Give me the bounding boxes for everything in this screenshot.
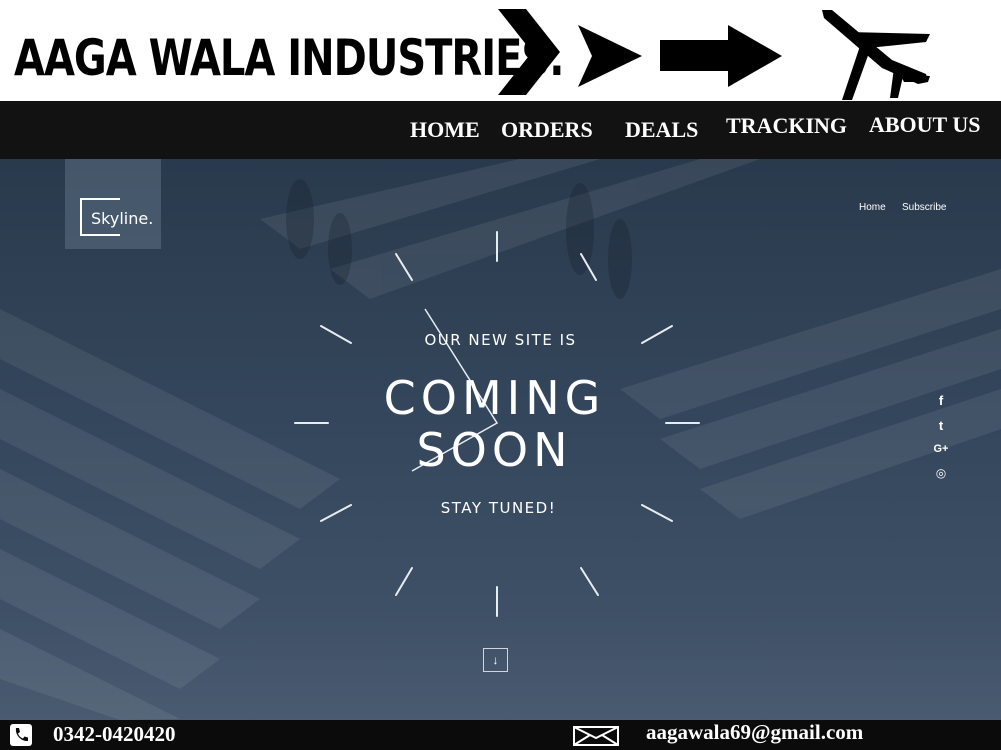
instagram-icon[interactable]: ◎ (932, 466, 950, 480)
coming-soon-hero: Skyline. Home Subscribe OUR NEW SITE IS … (0, 159, 1001, 720)
hero-headline-soon: SOON (416, 423, 573, 477)
contact-footer: 0342-0420420 aagawala69@gmail.com (0, 720, 1001, 750)
email-address[interactable]: aagawala69@gmail.com (646, 720, 863, 745)
arrow-down-icon: ↓ (492, 653, 499, 667)
envelope-icon (573, 726, 619, 746)
hero-link-subscribe[interactable]: Subscribe (902, 202, 946, 213)
phone-icon (10, 724, 32, 746)
nav-orders[interactable]: ORDERS (501, 117, 593, 143)
arrow-right-icon (660, 25, 782, 87)
nav-deals[interactable]: DEALS (625, 117, 698, 143)
facebook-icon[interactable]: f (932, 393, 950, 408)
airplane-icon (822, 10, 930, 100)
hero-link-home[interactable]: Home (859, 202, 886, 213)
hero-subline: STAY TUNED! (440, 499, 557, 517)
skyline-logo[interactable]: Skyline. (65, 159, 161, 249)
chevron-right-icon (498, 9, 560, 95)
logo-text: Skyline. (91, 209, 154, 228)
hero-headline-coming: COMING (383, 371, 606, 425)
chevron-right-icon (578, 25, 642, 87)
company-title: AAGA WALA INDUSTRIES. (14, 30, 564, 88)
main-navigation: HOME ORDERS DEALS TRACKING ABOUT US (0, 101, 1001, 159)
phone-number[interactable]: 0342-0420420 (53, 722, 176, 747)
twitter-icon[interactable]: t (932, 418, 950, 433)
nav-home[interactable]: HOME (410, 117, 480, 143)
nav-tracking[interactable]: TRACKING (726, 113, 847, 139)
google-plus-icon[interactable]: G+ (932, 443, 950, 455)
scroll-down-button[interactable]: ↓ (483, 648, 508, 672)
brand-header: AAGA WALA INDUSTRIES. (0, 0, 1001, 101)
hero-tagline: OUR NEW SITE IS (424, 331, 577, 349)
nav-about-us[interactable]: ABOUT US (869, 112, 980, 138)
